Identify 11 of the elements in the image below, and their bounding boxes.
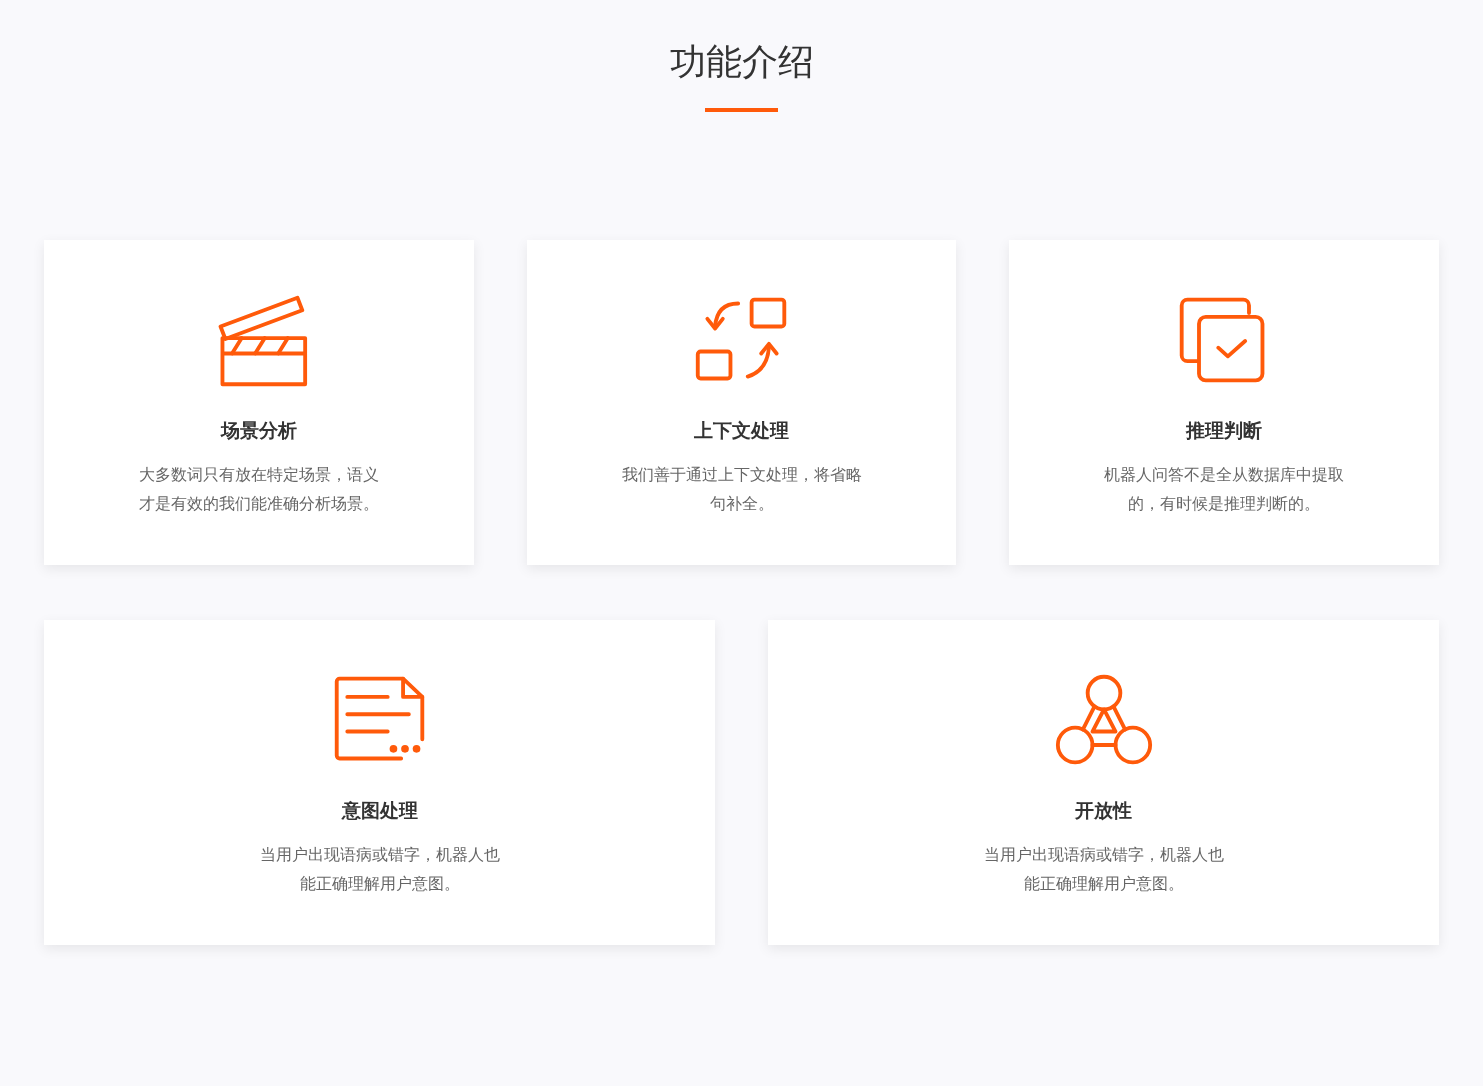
card-title: 意图处理: [341, 798, 418, 823]
section-title: 功能介绍: [669, 40, 814, 84]
card-description: 机器人问答不是全从数据库中提取的，有时候是推理判断的。: [1103, 464, 1346, 515]
card-title: 场景分析: [220, 418, 297, 443]
card-title: 开放性: [1075, 798, 1132, 823]
card-description: 我们善于通过上下文处理，将省略句补全。: [620, 464, 863, 515]
card-title: 上下文处理: [694, 418, 789, 443]
card-description: 大多数词只有放在特定场景，语义才是有效的我们能准确分析场景。: [137, 464, 380, 515]
card-title: 推理判断: [1186, 418, 1263, 443]
card-description: 当用户出现语病或错字，机器人也能正确理解用户意图。: [258, 844, 501, 895]
card-description: 当用户出现语病或错字，机器人也能正确理解用户意图。: [982, 844, 1225, 895]
